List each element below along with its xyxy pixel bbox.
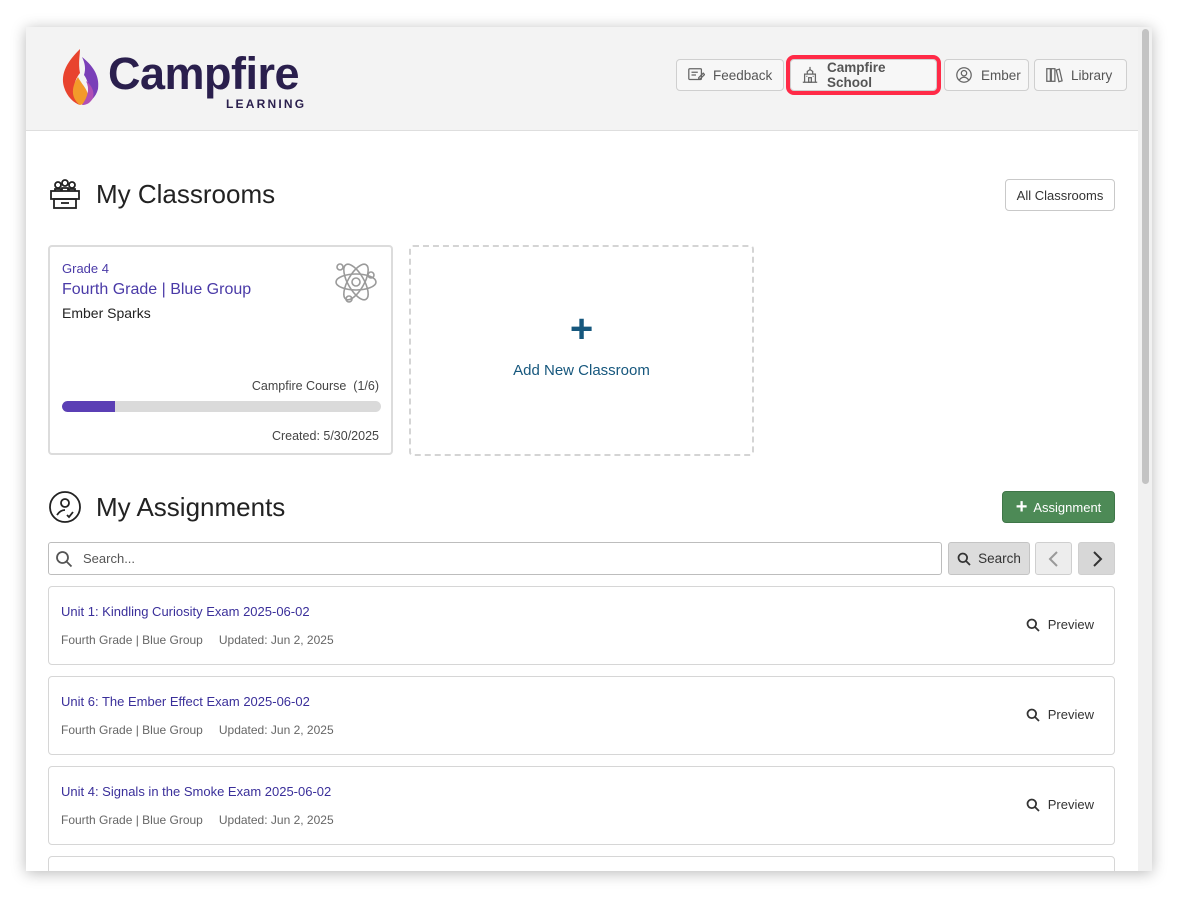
assignment-updated: Updated: Jun 2, 2025 <box>218 813 334 827</box>
user-circle-icon <box>956 67 972 83</box>
search-icon <box>56 550 73 567</box>
assignment-updated: Updated: Jun 2, 2025 <box>218 633 334 647</box>
campfire-logo[interactable]: Campfire LEARNING <box>58 47 308 111</box>
course-progress-bar <box>62 401 381 412</box>
search-icon <box>1026 618 1040 632</box>
search-icon <box>1026 708 1040 722</box>
chevron-left-icon <box>1048 550 1058 567</box>
assignment-meta: Fourth Grade | Blue Group Updated: Jun 2… <box>61 723 334 737</box>
campfire-school-label: Campfire School <box>827 60 886 90</box>
my-classrooms-title: My Classrooms <box>96 178 276 209</box>
scrollbar-thumb[interactable] <box>1142 29 1149 484</box>
search-icon <box>1026 798 1040 812</box>
atom-icon <box>335 263 377 303</box>
search-input[interactable] <box>81 550 941 567</box>
assignment-classroom: Fourth Grade | Blue Group <box>61 813 203 827</box>
classroom-teacher: Ember Sparks <box>62 305 151 321</box>
assignment-meta: Fourth Grade | Blue Group Updated: Jun 2… <box>61 633 334 647</box>
preview-button[interactable]: Preview <box>1026 617 1094 632</box>
top-header: Campfire LEARNING Feedback Campfire Scho… <box>26 27 1138 131</box>
logo-wordmark: Campfire <box>108 48 300 99</box>
library-label: Library <box>1071 67 1113 83</box>
add-classroom-label: Add New Classroom <box>513 362 650 379</box>
preview-label: Preview <box>1047 797 1094 812</box>
add-classroom-card[interactable]: + Add New Classroom <box>409 245 754 456</box>
library-icon <box>1046 68 1063 83</box>
page-scrollbar[interactable] <box>1138 27 1152 871</box>
assignment-classroom: Fourth Grade | Blue Group <box>61 723 203 737</box>
preview-button[interactable]: Preview <box>1026 797 1094 812</box>
assignment-title[interactable]: Unit 1: Kindling Curiosity Exam 2025-06-… <box>61 604 310 619</box>
classroom-icon <box>50 179 80 209</box>
assignment-row[interactable]: Unit 4: Signals in the Smoke Exam 2025-0… <box>48 766 1115 845</box>
app-window: Campfire LEARNING Feedback Campfire Scho… <box>26 27 1152 871</box>
preview-label: Preview <box>1047 707 1094 722</box>
feedback-label: Feedback <box>713 67 773 83</box>
next-page-button[interactable] <box>1078 542 1115 575</box>
search-button[interactable]: Search <box>948 542 1030 575</box>
library-button[interactable]: Library <box>1034 59 1127 91</box>
chevron-right-icon <box>1092 550 1102 567</box>
assignment-classroom: Fourth Grade | Blue Group <box>61 633 203 647</box>
course-progress-fill <box>62 401 116 412</box>
plus-icon: + <box>1015 496 1028 518</box>
assignment-meta: Fourth Grade | Blue Group Updated: Jun 2… <box>61 813 334 827</box>
search-button-icon <box>957 552 971 566</box>
assignment-row[interactable]: Unit 6: The Ember Effect Exam 2025-06-02… <box>48 676 1115 755</box>
add-classroom-plus-icon: + <box>569 307 594 351</box>
assignment-search-box <box>48 542 942 575</box>
user-menu-label: Ember <box>981 67 1021 83</box>
flame-logo-icon <box>62 49 99 105</box>
classroom-grade: Grade 4 <box>62 261 109 276</box>
add-assignment-label: Assignment <box>1033 499 1102 515</box>
all-classrooms-button[interactable]: All Classrooms <box>1005 179 1115 211</box>
my-classrooms-heading: My Classrooms <box>48 177 275 211</box>
assignment-icon <box>49 491 81 523</box>
preview-button[interactable]: Preview <box>1026 707 1094 722</box>
search-button-label: Search <box>978 551 1021 566</box>
classroom-card[interactable]: Grade 4 Fourth Grade | Blue Group Ember … <box>48 245 393 455</box>
assignment-title[interactable]: Unit 4: Signals in the Smoke Exam 2025-0… <box>61 784 331 799</box>
previous-page-button[interactable] <box>1035 542 1072 575</box>
logo-subtitle: LEARNING <box>226 97 307 111</box>
classroom-name[interactable]: Fourth Grade | Blue Group <box>62 281 251 299</box>
preview-label: Preview <box>1047 617 1094 632</box>
my-assignments-heading: My Assignments <box>48 490 285 524</box>
add-assignment-button[interactable]: + Assignment <box>1002 491 1115 523</box>
course-progress-label: Campfire Course (1/6) <box>251 379 379 393</box>
assignment-updated: Updated: Jun 2, 2025 <box>218 723 334 737</box>
feedback-icon <box>688 68 705 81</box>
assignment-title[interactable]: Unit 6: The Ember Effect Exam 2025-06-02 <box>61 694 310 709</box>
campfire-school-button[interactable]: Campfire School <box>786 55 941 95</box>
user-menu-button[interactable]: Ember <box>944 59 1029 91</box>
classroom-created-date: Created: 5/30/2025 <box>271 429 379 443</box>
assignment-row[interactable]: Unit 1: Kindling Curiosity Exam 2025-06-… <box>48 586 1115 665</box>
feedback-button[interactable]: Feedback <box>676 59 784 91</box>
school-icon <box>802 66 818 83</box>
my-assignments-title: My Assignments <box>96 491 286 522</box>
assignment-row[interactable] <box>48 856 1115 871</box>
